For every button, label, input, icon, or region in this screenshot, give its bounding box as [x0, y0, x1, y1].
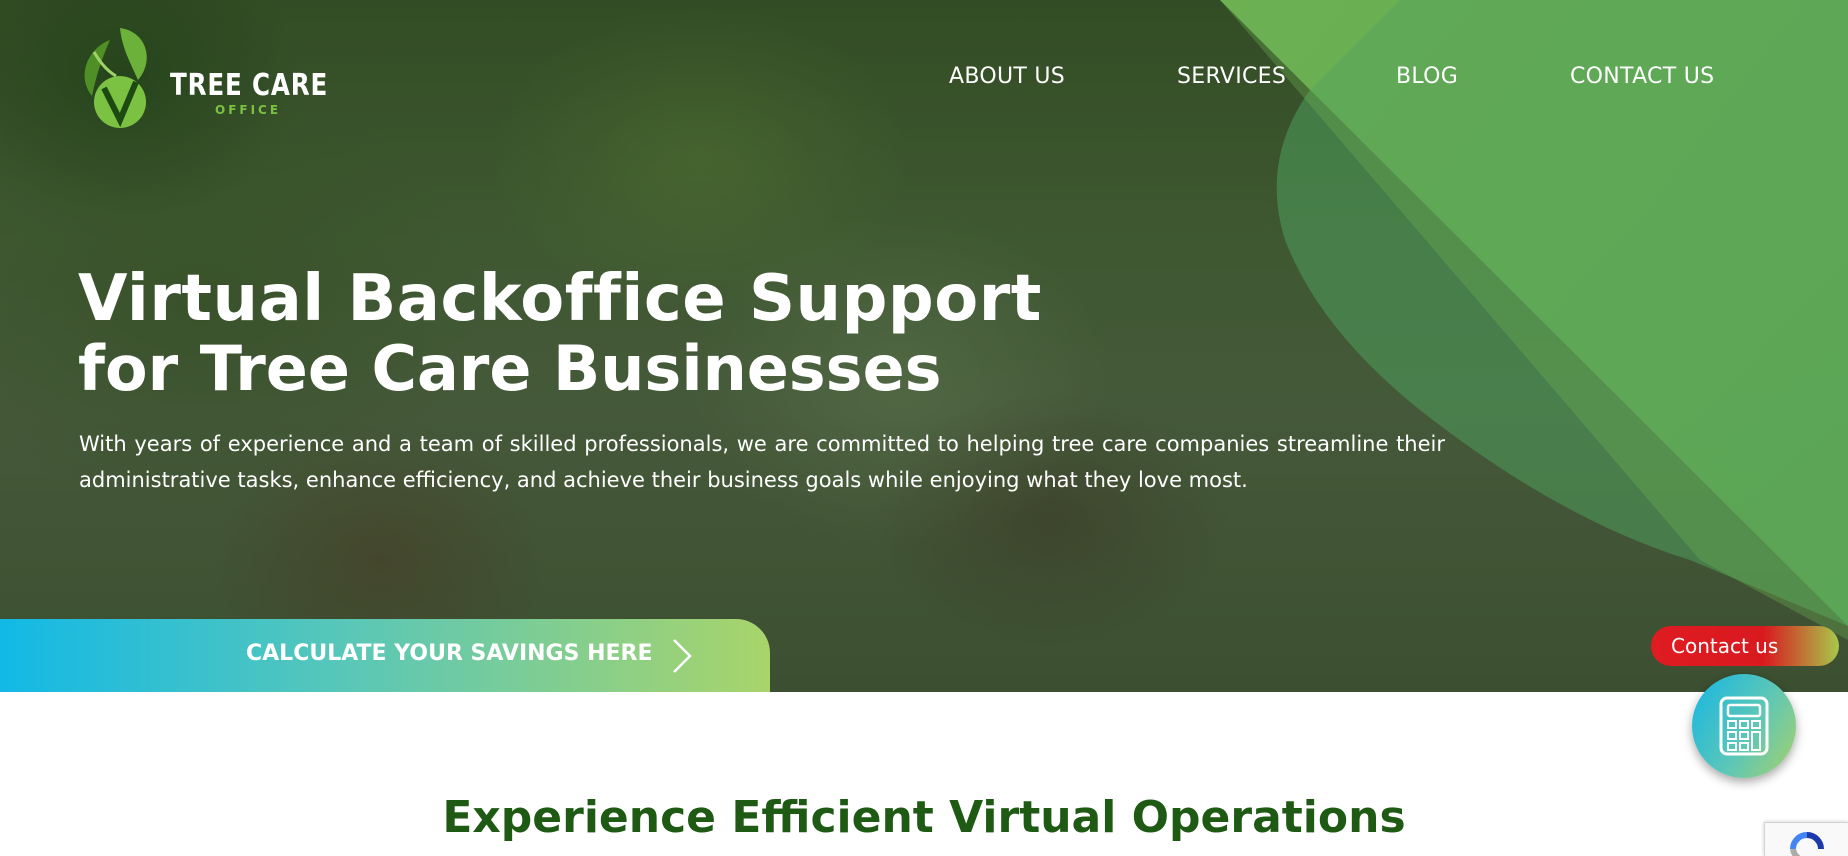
hero-headline: Virtual Backoffice Support: [78, 262, 1042, 336]
savings-calculator-button[interactable]: [1692, 674, 1796, 778]
chevron-right-icon: [673, 639, 692, 673]
nav-contact-us[interactable]: CONTACT US: [1570, 64, 1714, 89]
recaptcha-icon: [1790, 832, 1824, 856]
cta-label: CALCULATE YOUR SAVINGS HERE: [246, 641, 653, 666]
hero-description: With years of experience and a team of s…: [79, 432, 1445, 492]
calculator-icon: [1719, 696, 1769, 756]
recaptcha-badge[interactable]: [1764, 822, 1848, 856]
nav-about-us[interactable]: ABOUT US: [949, 64, 1065, 89]
main-nav: ABOUT US SERVICES BLOG CONTACT US: [0, 64, 1848, 98]
hero-section: TREE CARE OFFICE ABOUT US SERVICES BLOG …: [0, 0, 1848, 692]
hero-subheadline: for Tree Care Businesses: [78, 332, 942, 405]
logo-subtext: OFFICE: [215, 103, 282, 117]
calculate-savings-button[interactable]: CALCULATE YOUR SAVINGS HERE: [0, 619, 770, 692]
section-title: Experience Efficient Virtual Operations: [442, 792, 1406, 843]
contact-us-button[interactable]: Contact us: [1651, 626, 1839, 666]
nav-blog[interactable]: BLOG: [1396, 64, 1458, 89]
nav-services[interactable]: SERVICES: [1177, 64, 1286, 89]
